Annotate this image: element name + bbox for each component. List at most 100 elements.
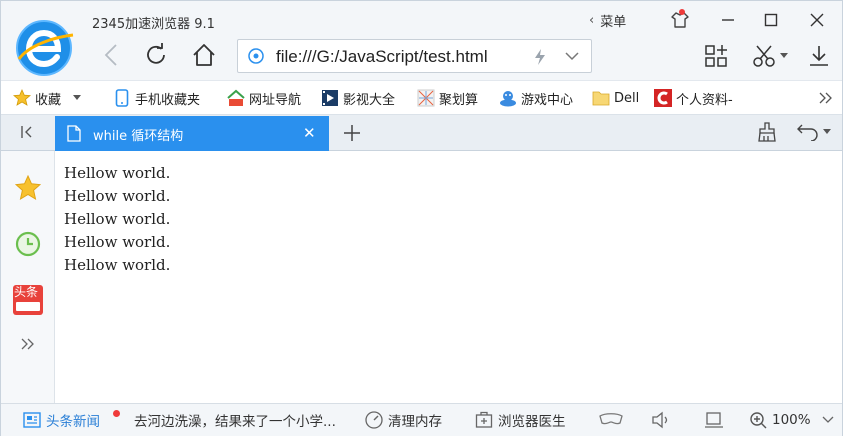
incognito-button[interactable] [599, 404, 623, 436]
news-badge-label: 头条 [14, 285, 39, 299]
bookmark-video[interactable]: 影视大全 [321, 81, 395, 115]
menu-label: 菜单 [600, 14, 627, 30]
minimize-icon [722, 19, 734, 21]
window-title: 2345加速浏览器 9.1 [92, 17, 215, 32]
bookmark-label: 手机收藏夹 [135, 92, 201, 108]
headline-news-button[interactable]: 头条新闻 [23, 404, 100, 436]
star-icon [13, 89, 31, 107]
headline-news-label: 头条新闻 [46, 414, 100, 430]
gauge-icon [365, 411, 383, 429]
output-line: Hellow world. [64, 210, 171, 228]
plus-icon [344, 125, 360, 141]
deal-icon [417, 89, 435, 107]
output-line: Hellow world. [64, 164, 171, 182]
double-chevron-right-icon [21, 338, 34, 350]
minimize-button[interactable] [707, 5, 749, 35]
notification-dot [679, 9, 685, 15]
arrow-left-icon [104, 44, 117, 66]
clear-trace-button[interactable] [757, 122, 777, 142]
double-chevron-right-icon [819, 92, 832, 104]
folder-icon [592, 89, 610, 107]
headline-ticker[interactable]: 去河边洗澡，结果来了一个小学... [134, 404, 336, 436]
close-window-button[interactable] [796, 5, 838, 35]
tab-active[interactable]: while 循环结构 ✕ [55, 116, 329, 151]
undo-close-tab-button[interactable] [797, 123, 831, 141]
mask-icon [599, 413, 623, 425]
film-icon [321, 89, 339, 107]
fullscreen-button[interactable] [704, 404, 724, 436]
collapse-left-icon [21, 126, 32, 138]
bookmark-deals[interactable]: 聚划算 [417, 81, 478, 115]
page-content: Hellow world. Hellow world. Hellow world… [56, 152, 842, 403]
chevron-left-icon: ‹ [589, 12, 595, 28]
chevron-down-icon [822, 416, 834, 423]
bookmark-label: 影视大全 [343, 92, 396, 108]
bookmark-url-navigation[interactable]: 网址导航 [227, 81, 301, 115]
speed-mode-icon[interactable] [534, 49, 546, 65]
sidebar-news[interactable]: 头条 [13, 285, 43, 315]
zoom-control[interactable]: 100% [749, 404, 834, 436]
news-icon: 头条 [13, 285, 43, 315]
title-toolbar-area: 2345加速浏览器 9.1 ‹ 菜单 file:///G:/JavaScript… [1, 1, 842, 80]
bookmark-label: Dell [614, 90, 640, 106]
apps-grid-icon [705, 45, 727, 67]
download-button[interactable] [804, 39, 834, 73]
home-icon [193, 44, 215, 66]
status-bar: 头条新闻 去河边洗澡，结果来了一个小学... 清理内存 浏览器医生 100% [1, 403, 842, 436]
screenshot-button[interactable] [747, 39, 791, 73]
sidebar: 头条 [1, 151, 55, 403]
zoom-level: 100% [772, 412, 811, 428]
broom-icon [758, 122, 776, 142]
bookmark-label: 收藏 [35, 92, 62, 108]
refresh-button[interactable] [141, 40, 171, 70]
bookmark-favorites[interactable]: 收藏 [13, 81, 82, 115]
sidebar-more-button[interactable] [13, 329, 43, 359]
speaker-icon [652, 411, 668, 429]
output-line: Hellow world. [64, 233, 171, 251]
browser-window: 2345加速浏览器 9.1 ‹ 菜单 file:///G:/JavaScript… [0, 0, 843, 436]
new-tab-button[interactable] [343, 124, 361, 142]
bookmark-label: 个人资料- [676, 92, 733, 108]
chevron-down-icon [73, 95, 82, 100]
bookmark-profile[interactable]: 个人资料- [654, 81, 733, 115]
zoom-in-icon [750, 412, 767, 429]
address-dropdown-icon[interactable] [564, 50, 580, 62]
back-button[interactable] [96, 40, 126, 70]
apps-button[interactable] [701, 39, 731, 73]
maximize-icon [764, 13, 778, 27]
address-bar[interactable]: file:///G:/JavaScript/test.html [237, 39, 592, 73]
close-icon [810, 13, 824, 27]
home-button[interactable] [189, 40, 219, 70]
bookmark-dell-folder[interactable]: Dell [592, 81, 639, 115]
bookmark-label: 游戏中心 [521, 92, 574, 108]
medical-kit-icon [475, 411, 493, 428]
2345-home-icon [227, 89, 245, 107]
bookmark-label: 聚划算 [439, 92, 479, 108]
sidebar-history[interactable] [13, 229, 43, 259]
sound-button[interactable] [651, 404, 671, 436]
maximize-button[interactable] [750, 5, 792, 35]
scissors-icon [752, 45, 775, 67]
notification-dot [113, 410, 120, 417]
bookmark-game-center[interactable]: 游戏中心 [499, 81, 573, 115]
output-line: Hellow world. [64, 187, 171, 205]
main-menu-button[interactable]: ‹ 菜单 [589, 10, 626, 30]
output-line: Hellow world. [64, 256, 171, 274]
phone-icon [113, 89, 131, 107]
clock-icon [15, 231, 41, 257]
collapse-sidebar-button[interactable] [19, 124, 35, 140]
browser-logo-icon[interactable] [15, 19, 75, 79]
browser-doctor-button[interactable]: 浏览器医生 [475, 404, 566, 436]
game-icon [499, 89, 517, 107]
bookmarks-overflow-button[interactable] [819, 81, 833, 115]
bookmark-mobile-favorites[interactable]: 手机收藏夹 [113, 81, 200, 115]
download-icon [810, 46, 828, 66]
undo-icon [797, 124, 818, 141]
tab-close-icon[interactable]: ✕ [303, 124, 316, 142]
clean-memory-button[interactable]: 清理内存 [365, 404, 442, 436]
refresh-icon [147, 43, 165, 64]
url-text[interactable]: file:///G:/JavaScript/test.html [276, 47, 488, 67]
monitor-icon [705, 412, 723, 428]
chevron-down-icon [779, 53, 788, 58]
sidebar-favorites[interactable] [13, 173, 43, 203]
